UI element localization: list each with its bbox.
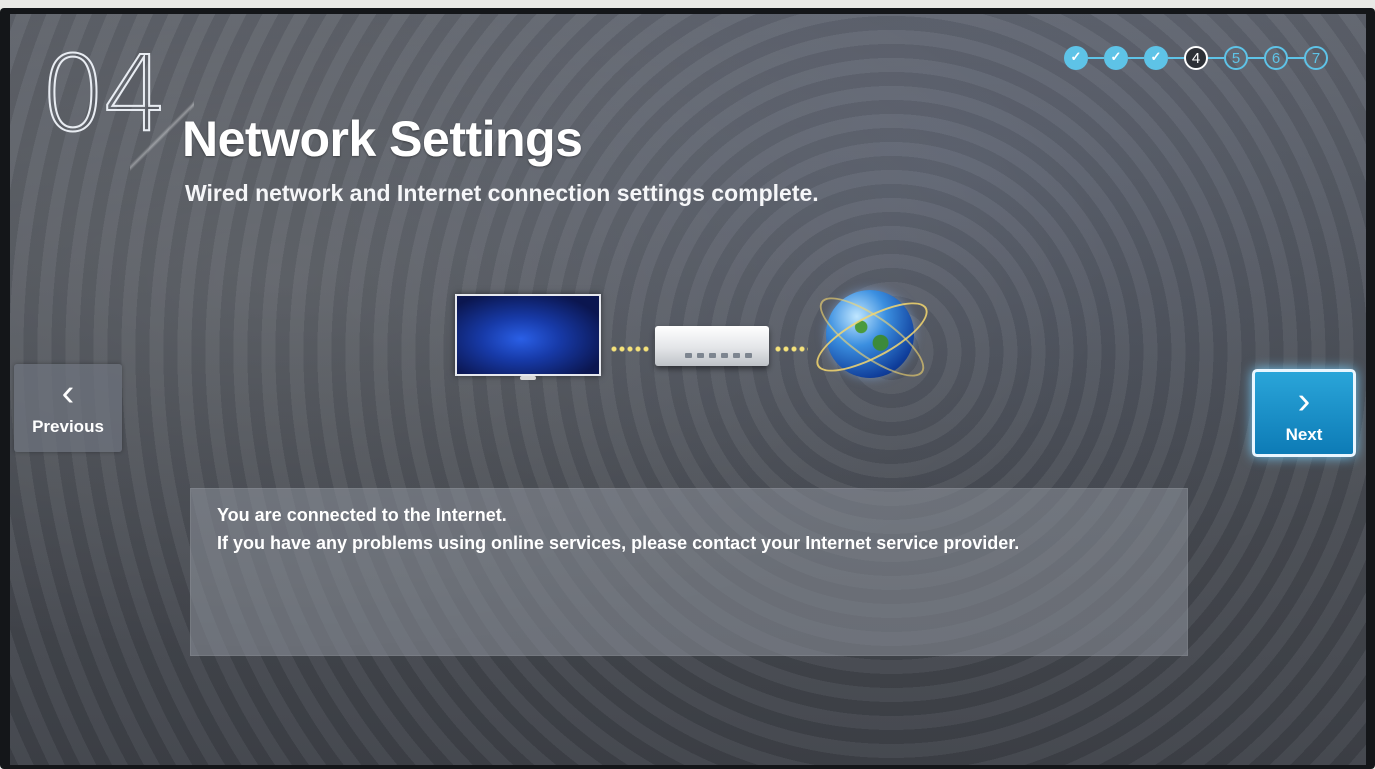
- next-button-label: Next: [1285, 425, 1323, 444]
- progress-step-5: 5: [1224, 46, 1248, 70]
- progress-connector: [1088, 57, 1104, 59]
- chevron-left-icon: ‹: [61, 372, 75, 414]
- router-port: [709, 353, 716, 358]
- progress-connector: [1208, 57, 1224, 59]
- connection-dots-router-internet: [774, 346, 808, 352]
- next-button[interactable]: › Next: [1252, 369, 1356, 457]
- status-message: You are connected to the Internet.: [217, 505, 507, 525]
- router-port: [685, 353, 692, 358]
- chevron-right-icon: ›: [1297, 380, 1311, 422]
- status-help-message: If you have any problems using online se…: [217, 533, 1020, 553]
- page-title: Network Settings: [182, 111, 583, 167]
- router-port: [721, 353, 728, 358]
- previous-button-label: Previous: [32, 417, 104, 436]
- progress-step-3: ✓: [1144, 46, 1168, 70]
- router-port: [745, 353, 752, 358]
- previous-button[interactable]: ‹ Previous: [14, 364, 122, 452]
- tv-icon: [455, 294, 601, 376]
- progress-step-2: ✓: [1104, 46, 1128, 70]
- progress-step-7: 7: [1304, 46, 1328, 70]
- progress-connector: [1288, 57, 1304, 59]
- router-port: [733, 353, 740, 358]
- progress-connector: [1168, 57, 1184, 59]
- progress-step-1: ✓: [1064, 46, 1088, 70]
- connection-dots-tv-router: [610, 346, 650, 352]
- tv-stand: [520, 376, 536, 380]
- connection-status-panel: You are connected to the Internet. If yo…: [190, 488, 1188, 656]
- setup-screen: 04 Network Settings Wired network and In…: [10, 14, 1366, 765]
- progress-step-6: 6: [1264, 46, 1288, 70]
- progress-step-4: 4: [1184, 46, 1208, 70]
- globe-icon: [807, 284, 937, 390]
- router-port: [697, 353, 704, 358]
- router-icon: [655, 326, 769, 366]
- progress-connector: [1248, 57, 1264, 59]
- progress-connector: [1128, 57, 1144, 59]
- setup-progress: ✓ ✓ ✓ 4 5 6 7: [1064, 46, 1334, 74]
- page-subtitle: Wired network and Internet connection se…: [185, 180, 819, 206]
